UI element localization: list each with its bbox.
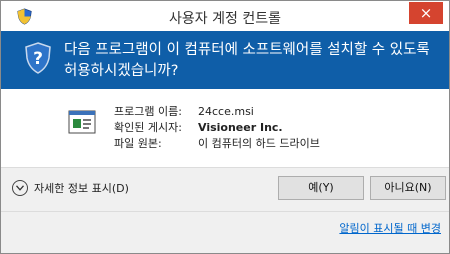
question-shield-icon: ? (25, 42, 51, 74)
program-info: 프로그램 이름: 24cce.msi 확인된 게시자: Visioneer In… (114, 104, 320, 152)
title-bar: 사용자 계정 컨트롤 × (1, 1, 449, 31)
file-origin-value: 이 컴퓨터의 하드 드라이브 (198, 137, 320, 150)
program-name-row: 프로그램 이름: 24cce.msi (114, 104, 320, 120)
close-button[interactable]: × (409, 2, 443, 24)
no-button[interactable]: 아니요(N) (370, 176, 446, 200)
change-notification-settings-link[interactable]: 알림이 표시될 때 변경 (339, 220, 441, 236)
show-details-toggle[interactable]: 자세한 정보 표시(D) (12, 179, 129, 197)
prompt-header: ? 다음 프로그램이 이 컴퓨터에 소프트웨어를 설치할 수 있도록 허용하시겠… (1, 31, 449, 89)
file-origin-row: 파일 원본: 이 컴퓨터의 하드 드라이브 (114, 136, 320, 152)
uac-dialog: 사용자 계정 컨트롤 × ? 다음 프로그램이 이 컴퓨터에 소프트웨어를 설치… (0, 0, 450, 254)
program-name-label: 프로그램 이름: (114, 105, 182, 118)
file-origin-label: 파일 원본: (114, 137, 162, 150)
footer: 알림이 표시될 때 변경 (1, 211, 449, 253)
svg-text:?: ? (33, 49, 43, 69)
chevron-down-icon (12, 180, 28, 196)
installer-program-icon (68, 110, 96, 134)
divider (1, 167, 449, 168)
window-title: 사용자 계정 컨트롤 (169, 11, 281, 27)
publisher-value: Visioneer Inc. (198, 121, 283, 134)
publisher-row: 확인된 게시자: Visioneer Inc. (114, 120, 320, 136)
close-icon: × (419, 4, 433, 22)
show-details-label: 자세한 정보 표시(D) (34, 182, 129, 195)
yes-button[interactable]: 예(Y) (278, 176, 364, 200)
program-details: 프로그램 이름: 24cce.msi 확인된 게시자: Visioneer In… (1, 89, 449, 167)
program-name-value: 24cce.msi (198, 105, 254, 118)
publisher-label: 확인된 게시자: (114, 121, 182, 134)
prompt-question: 다음 프로그램이 이 컴퓨터에 소프트웨어를 설치할 수 있도록 허용하시겠습니… (64, 42, 430, 79)
